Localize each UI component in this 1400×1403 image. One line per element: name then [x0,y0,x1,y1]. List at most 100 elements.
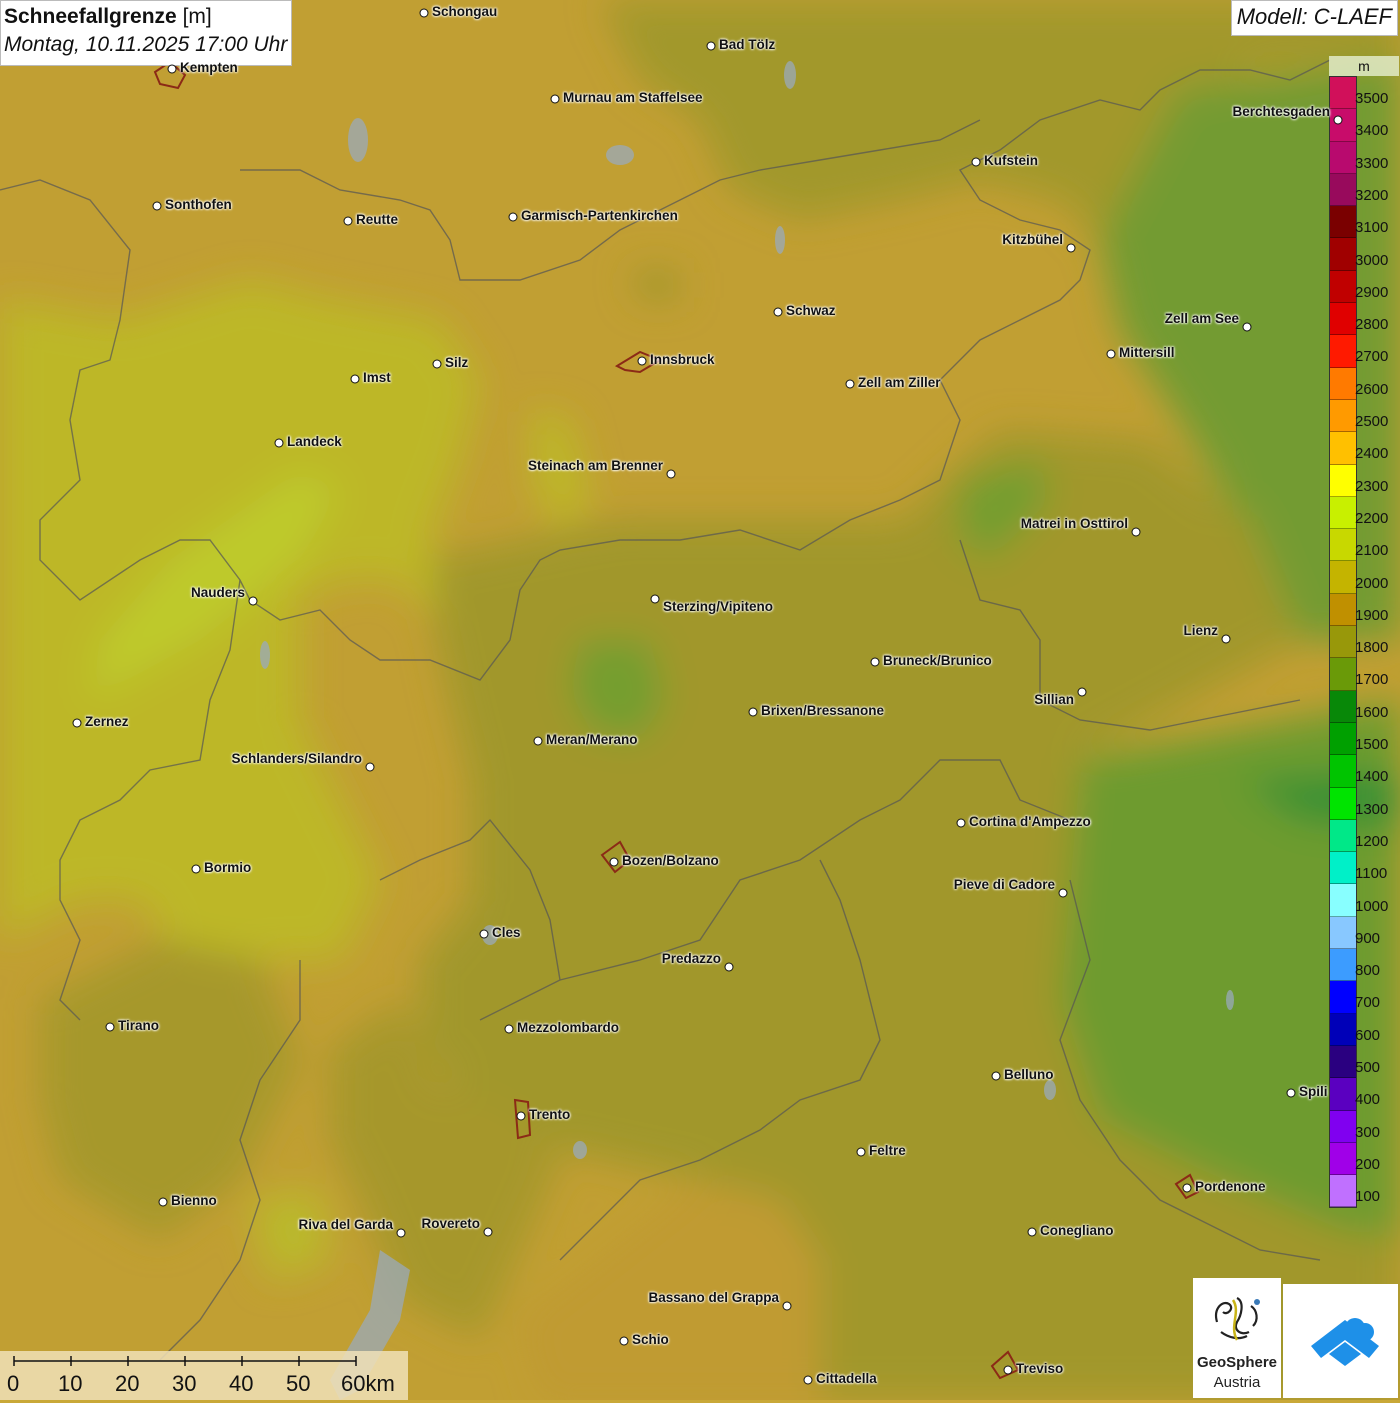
city-dot-icon [666,469,676,479]
legend-color-cell [1330,399,1356,433]
legend-value-label: 300 [1355,1123,1381,1141]
city-dot-icon [1106,349,1116,359]
city-label: Schwaz [786,303,836,318]
city-label: Tirano [118,1018,160,1033]
city-dot-icon [845,379,855,389]
city-label: Cittadella [816,1371,877,1386]
city-dot-icon [504,1024,514,1034]
legend-color-cell [1330,303,1356,336]
map-datetime: Montag, 10.11.2025 17:00 Uhr [4,33,288,56]
city-label: Reutte [356,212,399,227]
legend-value-label: 3200 [1355,186,1389,204]
city-dot-icon [516,1111,526,1121]
legend-bar [1329,76,1357,1209]
geosphere-logo[interactable]: GeoSphere Austria [1193,1278,1281,1398]
legend-color-cell [1330,496,1356,530]
city-dot-icon [870,657,880,667]
city-dot-icon [1286,1088,1296,1098]
legend-color-cell [1330,852,1356,885]
city-dot-icon [152,201,162,211]
city-dot-icon [550,94,560,104]
legend-value-label: 2600 [1355,380,1389,398]
city-dot-icon [248,596,258,606]
city-label: Sonthofen [165,197,232,212]
legend-value-label: 2700 [1355,348,1389,366]
city-dot-icon [1131,527,1141,537]
city-dot-icon [782,1301,792,1311]
city-dot-icon [803,1375,813,1385]
city-label: Silz [445,355,469,370]
legend-value-label: 2300 [1355,477,1389,495]
city-dot-icon [1027,1227,1037,1237]
legend-value-label: 600 [1355,1026,1381,1044]
legend-color-cell [1330,141,1356,174]
geosphere-emblem-icon [1215,1297,1260,1341]
city-dot-icon [1066,243,1076,253]
city-label: Schongau [432,4,498,19]
legend-color-cell [1330,464,1356,497]
city-label: Lienz [1183,623,1218,638]
legend-value-label: 500 [1355,1059,1381,1076]
city-label: Bozen/Bolzano [622,853,719,868]
city-label: Sterzing/Vipiteno [663,599,774,614]
legend-color-cell [1330,819,1356,853]
city-dot-icon [956,818,966,828]
city-dot-icon [748,707,758,717]
scale-tick-label: 30 [172,1371,197,1396]
legend-color-cell [1330,690,1356,723]
legend-value-label: 2000 [1355,574,1389,592]
legend-value-label: 1500 [1355,736,1389,753]
city-dot-icon [1003,1365,1013,1375]
city-label: Riva del Garda [298,1217,393,1232]
legend-value-label: 1000 [1355,897,1389,915]
city-dot-icon [706,41,716,51]
geosphere-logo-sub: Austria [1213,1374,1261,1391]
legend-unit: m [1329,56,1399,76]
legend-value-label: 1700 [1355,671,1389,689]
legend-value-label: 2900 [1355,283,1389,301]
city-dot-icon [191,864,201,874]
legend-value-label: 3300 [1355,154,1389,172]
legend-color-cell [1330,238,1356,271]
city-dot-icon [1182,1183,1192,1193]
city-label: Garmisch-Partenkirchen [521,208,678,223]
scale-tick-label: 40 [229,1371,254,1396]
city-label: Spili [1299,1084,1328,1099]
city-label: Predazzo [661,951,721,966]
city-label: Steinach am Brenner [527,458,663,473]
legend-color-cell [1330,884,1356,917]
city-dot-icon [773,307,783,317]
city-label: Cortina d'Ampezzo [969,814,1091,829]
legend-value-label: 200 [1355,1155,1381,1173]
city-label: Mittersill [1119,345,1175,360]
city-label: Bienno [171,1193,217,1208]
weather-app-logo[interactable] [1283,1284,1398,1398]
legend-color-cell [1330,1110,1356,1143]
legend-value-label: 400 [1355,1091,1381,1109]
color-legend: m 3500 3400 3300 3200 3100 3000 2900 2800 2700 26… [1329,56,1399,1209]
city-label: Trento [529,1107,571,1122]
scale-tick-label: 10 [58,1371,83,1396]
legend-color-cell [1330,1045,1356,1079]
city-label: Imst [363,370,391,385]
scale-tick-label: 20 [115,1371,140,1396]
city-dot-icon [274,438,284,448]
legend-color-cell [1330,593,1356,627]
legend-value-label: 1200 [1355,832,1389,850]
legend-value-label: 3500 [1355,90,1389,107]
scale-tick-label: 0 [7,1371,20,1396]
legend-value-label: 900 [1355,929,1381,947]
city-dot-icon [167,64,177,74]
legend-color-cell [1330,270,1356,304]
legend-value-label: 2500 [1355,413,1389,430]
city-label: Belluno [1004,1067,1054,1082]
city-dot-icon [609,857,619,867]
city-dot-icon [637,356,647,366]
legend-value-label: 700 [1355,994,1381,1012]
legend-color-cell [1330,916,1356,950]
legend-color-cell [1330,949,1356,982]
city-label: Bad Tölz [719,37,776,52]
city-label: Matrei in Osttirol [1020,516,1128,531]
city-label: Kempten [180,60,238,75]
city-label: Conegliano [1040,1223,1114,1238]
